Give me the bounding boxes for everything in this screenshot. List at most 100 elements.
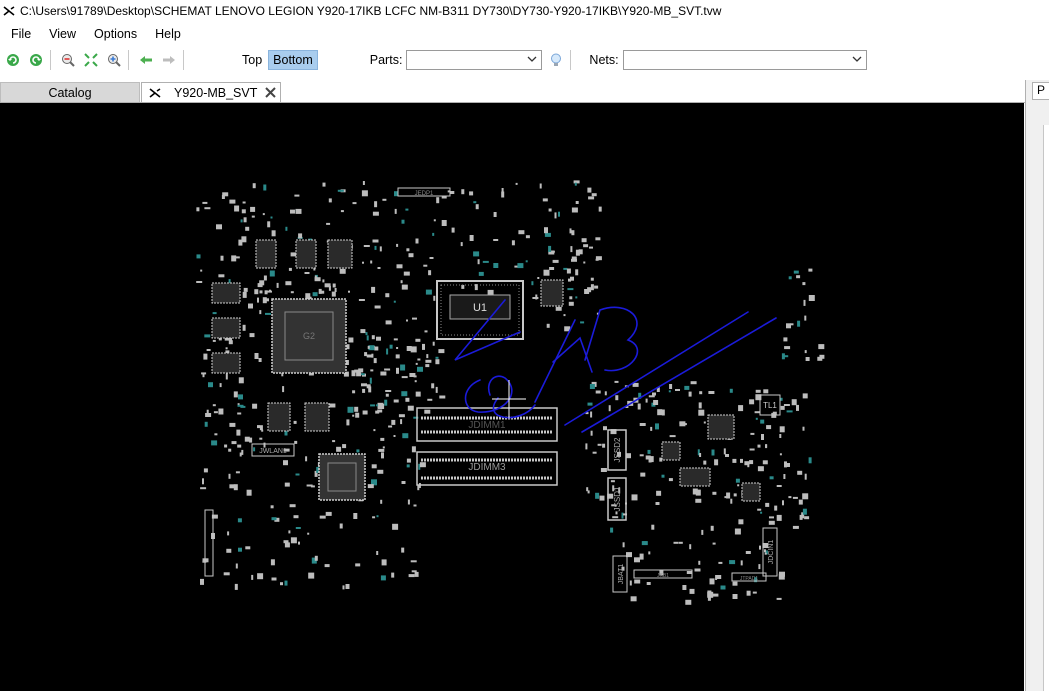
- smd-component: [447, 190, 450, 193]
- smd-component: [745, 551, 751, 554]
- smd-component: [371, 464, 377, 469]
- smd-component: [712, 593, 719, 597]
- smd-component: [652, 392, 656, 396]
- rotate-right-button[interactable]: [26, 50, 46, 70]
- smd-component: [477, 259, 480, 265]
- smd-component: [749, 448, 755, 451]
- smd-component: [517, 263, 524, 269]
- menu-options[interactable]: Options: [85, 27, 146, 41]
- menu-file[interactable]: File: [0, 27, 40, 41]
- smd-component: [752, 591, 757, 594]
- side-panel-tab[interactable]: P: [1032, 82, 1049, 100]
- smd-component: [321, 290, 325, 294]
- smd-component: [396, 243, 399, 247]
- dimm-slot-jdimm1[interactable]: JDIMM1: [416, 407, 558, 442]
- smd-component: [435, 386, 438, 393]
- smd-component: [525, 260, 528, 263]
- smd-component: [749, 399, 755, 405]
- zoom-out-button[interactable]: [58, 50, 78, 70]
- smd-component: [583, 244, 589, 248]
- close-icon[interactable]: [264, 86, 277, 99]
- zoom-in-button[interactable]: [104, 50, 124, 70]
- smd-component: [243, 287, 248, 292]
- smd-component: [352, 414, 355, 417]
- smd-component: [543, 269, 550, 276]
- crosshair-cursor: [492, 380, 526, 418]
- smd-component: [408, 253, 414, 258]
- smd-component: [682, 585, 687, 590]
- smd-component: [290, 291, 294, 294]
- smd-component: [380, 499, 383, 504]
- smd-component: [391, 419, 396, 425]
- menu-help[interactable]: Help: [146, 27, 190, 41]
- smd-component: [367, 484, 374, 489]
- smd-component: [200, 487, 207, 490]
- board-view-canvas[interactable]: U1 G2 JDIMM1 JDIMM3 JEDP1 JWLAN1 JSSD2 J…: [0, 103, 1024, 691]
- smd-component: [400, 364, 406, 371]
- smd-component: [766, 425, 772, 430]
- smd-component: [231, 441, 237, 445]
- smd-component: [669, 435, 676, 438]
- side-panel-scrollbar[interactable]: [1043, 125, 1049, 691]
- forward-button[interactable]: [159, 50, 179, 70]
- bottom-side-toggle[interactable]: Bottom: [268, 50, 318, 70]
- smd-component: [769, 516, 774, 519]
- smd-component: [763, 389, 769, 394]
- top-side-toggle[interactable]: Top: [242, 53, 262, 67]
- left-connector[interactable]: [204, 509, 214, 577]
- dimm-slot-jdimm3[interactable]: JDIMM3: [416, 451, 558, 486]
- smd-component: [469, 191, 474, 196]
- connector-jtpad1[interactable]: JTPAD1: [731, 572, 767, 582]
- smd-component: [768, 520, 775, 525]
- jbat1-label: JBAT1: [618, 564, 625, 585]
- smd-component: [361, 383, 367, 387]
- smd-component: [346, 344, 350, 350]
- smd-component: [587, 402, 593, 406]
- fit-view-button[interactable]: [81, 50, 101, 70]
- smd-component: [703, 460, 707, 465]
- smd-component: [204, 421, 208, 427]
- highlight-button[interactable]: [546, 50, 566, 70]
- board-components: [196, 180, 825, 605]
- smd-component: [393, 338, 398, 341]
- smd-component: [776, 514, 782, 521]
- parts-label: Parts:: [369, 53, 403, 67]
- smd-component: [651, 524, 655, 530]
- smd-component: [435, 356, 439, 359]
- smd-component: [804, 516, 810, 520]
- smd-component: [234, 583, 238, 590]
- smd-component: [378, 404, 385, 409]
- menu-view[interactable]: View: [40, 27, 85, 41]
- smd-component: [542, 198, 548, 202]
- smd-component: [590, 277, 594, 281]
- smd-component: [237, 412, 242, 415]
- tab-board-file[interactable]: Y920-MB_SVT: [141, 82, 281, 102]
- smd-component: [715, 575, 718, 580]
- smd-component: [402, 433, 409, 439]
- jwlan1-label: JWLAN1: [259, 448, 287, 455]
- tab-catalog[interactable]: Catalog: [0, 82, 140, 102]
- gpu-g2[interactable]: G2: [271, 298, 347, 374]
- back-button[interactable]: [136, 50, 156, 70]
- smd-component: [270, 505, 274, 509]
- smd-component: [376, 515, 379, 518]
- smd-component: [668, 478, 673, 482]
- smd-component: [374, 305, 381, 309]
- parts-dropdown[interactable]: [406, 50, 543, 70]
- connector-jssd2[interactable]: JSSD2: [607, 429, 627, 471]
- smd-component: [769, 476, 774, 480]
- smd-component: [403, 271, 410, 276]
- nets-dropdown[interactable]: [622, 50, 867, 70]
- smd-component: [249, 333, 255, 338]
- component-tl1[interactable]: TL1: [759, 394, 781, 416]
- smd-component: [707, 590, 712, 597]
- smd-component: [460, 242, 463, 247]
- pch-bga[interactable]: [318, 453, 366, 501]
- rotate-left-button[interactable]: [3, 50, 23, 70]
- connector-jedp1[interactable]: JEDP1: [397, 187, 451, 197]
- smd-component: [645, 398, 648, 403]
- smd-component: [377, 267, 381, 269]
- smd-component: [424, 409, 431, 414]
- smd-component: [339, 523, 343, 529]
- connector-jbat1[interactable]: JBAT1: [612, 555, 628, 593]
